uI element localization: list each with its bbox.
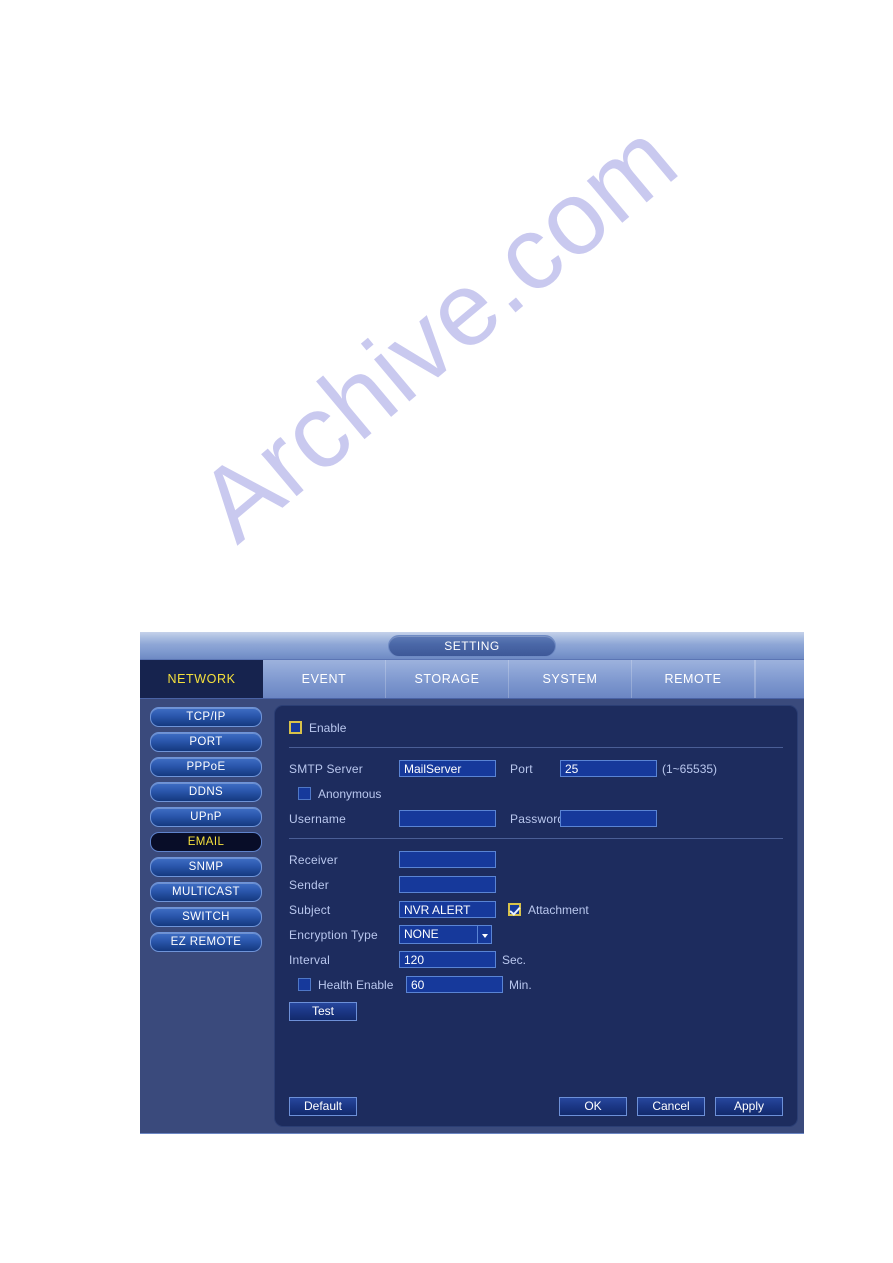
divider-middle [289, 838, 783, 839]
smtp-server-label: SMTP Server [289, 761, 363, 776]
apply-button[interactable]: Apply [715, 1097, 783, 1116]
attachment-checkbox[interactable] [508, 903, 521, 916]
sidebar-item-email[interactable]: EMAIL [150, 832, 262, 852]
smtp-server-input[interactable]: MailServer [399, 760, 496, 777]
watermark-text: Archive.com [177, 99, 699, 564]
enable-row: Enable [289, 716, 783, 739]
divider-top [289, 747, 783, 748]
window-title: SETTING [388, 635, 556, 657]
receiver-input[interactable] [399, 851, 496, 868]
email-settings-panel: Enable SMTP Server MailServer Port 25 (1… [274, 705, 798, 1127]
sidebar-item-tcpip[interactable]: TCP/IP [150, 707, 262, 727]
encryption-type-label: Encryption Type [289, 927, 378, 942]
smtp-server-row: SMTP Server MailServer Port 25 (1~65535) [289, 757, 783, 780]
anonymous-label: Anonymous [318, 786, 382, 801]
sidebar-item-pppoe[interactable]: PPPoE [150, 757, 262, 777]
interval-input[interactable]: 120 [399, 951, 496, 968]
port-range-hint: (1~65535) [662, 761, 718, 776]
ok-button[interactable]: OK [559, 1097, 627, 1116]
sidebar-item-snmp[interactable]: SNMP [150, 857, 262, 877]
tab-remote[interactable]: REMOTE [632, 660, 755, 698]
port-label: Port [510, 761, 533, 776]
subject-row: Subject NVR ALERT Attachment [289, 898, 783, 921]
default-button[interactable]: Default [289, 1097, 357, 1116]
test-row: Test [289, 998, 783, 1021]
sidebar-item-upnp[interactable]: UPnP [150, 807, 262, 827]
tabbar-filler [755, 660, 804, 698]
subject-label: Subject [289, 902, 331, 917]
setting-window: SETTING NETWORK EVENT STORAGE SYSTEM REM… [140, 632, 804, 1134]
sidebar-item-ddns[interactable]: DDNS [150, 782, 262, 802]
panel-footer: Default OK Cancel Apply [289, 1097, 783, 1116]
window-bottom-edge [140, 1133, 804, 1134]
enable-checkbox[interactable] [289, 721, 302, 734]
interval-label: Interval [289, 952, 330, 967]
health-interval-unit: Min. [509, 977, 532, 992]
sender-label: Sender [289, 877, 329, 892]
tab-storage[interactable]: STORAGE [386, 660, 509, 698]
main-tabbar: NETWORK EVENT STORAGE SYSTEM REMOTE [140, 660, 804, 699]
interval-row: Interval 120 Sec. [289, 948, 783, 971]
anonymous-checkbox[interactable] [298, 787, 311, 800]
health-enable-checkbox[interactable] [298, 978, 311, 991]
sidebar-item-multicast[interactable]: MULTICAST [150, 882, 262, 902]
tab-network[interactable]: NETWORK [140, 660, 263, 698]
health-interval-input[interactable]: 60 [406, 976, 503, 993]
credentials-row: Username Password [289, 807, 783, 830]
tab-system[interactable]: SYSTEM [509, 660, 632, 698]
sender-input[interactable] [399, 876, 496, 893]
username-label: Username [289, 811, 346, 826]
sidebar-item-ez-remote[interactable]: EZ REMOTE [150, 932, 262, 952]
attachment-label: Attachment [528, 902, 589, 917]
password-label: Password [510, 811, 565, 826]
sidebar-item-port[interactable]: PORT [150, 732, 262, 752]
receiver-label: Receiver [289, 852, 338, 867]
sender-row: Sender [289, 873, 783, 896]
receiver-row: Receiver [289, 848, 783, 871]
encryption-type-value: NONE [399, 925, 477, 944]
port-input[interactable]: 25 [560, 760, 657, 777]
anonymous-row: Anonymous [289, 782, 783, 805]
window-titlebar: SETTING [140, 632, 804, 660]
tab-event[interactable]: EVENT [263, 660, 386, 698]
interval-unit: Sec. [502, 952, 527, 967]
network-sidebar: TCP/IP PORT PPPoE DDNS UPnP EMAIL SNMP M… [146, 705, 268, 1127]
cancel-button[interactable]: Cancel [637, 1097, 705, 1116]
health-enable-label: Health Enable [318, 977, 394, 992]
window-body: TCP/IP PORT PPPoE DDNS UPnP EMAIL SNMP M… [140, 699, 804, 1133]
health-enable-row: Health Enable 60 Min. [289, 973, 783, 996]
enable-label: Enable [309, 720, 347, 735]
password-input[interactable] [560, 810, 657, 827]
username-input[interactable] [399, 810, 496, 827]
encryption-type-row: Encryption Type NONE [289, 923, 783, 946]
sidebar-item-switch[interactable]: SWITCH [150, 907, 262, 927]
encryption-type-select[interactable]: NONE [399, 925, 492, 944]
chevron-down-icon[interactable] [477, 925, 492, 944]
test-button[interactable]: Test [289, 1001, 357, 1021]
subject-input[interactable]: NVR ALERT [399, 901, 496, 918]
